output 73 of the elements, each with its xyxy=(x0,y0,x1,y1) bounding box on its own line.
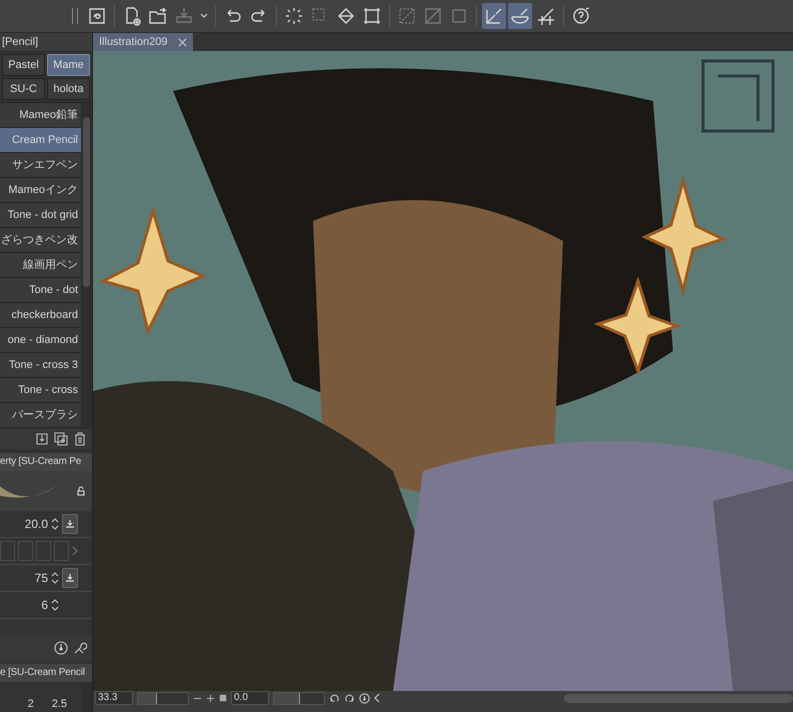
swatch[interactable] xyxy=(0,541,15,561)
brush-stroke-preview xyxy=(0,484,60,498)
number-field[interactable]: 20.0 xyxy=(24,517,48,531)
reset-rotation-icon[interactable] xyxy=(359,692,370,704)
number-field[interactable]: 6 xyxy=(41,598,48,612)
close-icon[interactable] xyxy=(178,38,186,46)
trash-icon[interactable] xyxy=(73,432,87,446)
spinner-icon[interactable] xyxy=(51,598,59,612)
slider-fill[interactable] xyxy=(138,692,156,704)
sub-tool-group[interactable]: Mame xyxy=(47,54,90,76)
swatch[interactable] xyxy=(36,541,51,561)
plus-icon[interactable] xyxy=(206,694,215,702)
fit-icon[interactable] xyxy=(219,694,227,702)
dial-icon[interactable] xyxy=(54,641,68,655)
brush-item[interactable]: Tone - dot grid xyxy=(0,203,81,228)
download-icon xyxy=(65,573,75,583)
scrollbar[interactable] xyxy=(564,694,793,702)
panel-title: e [SU-Cream Pencil xyxy=(0,664,92,682)
brush-item[interactable]: Tone - dot xyxy=(0,278,81,303)
scrollbar[interactable] xyxy=(81,103,92,429)
brush-size-item[interactable]: 2.5 xyxy=(48,698,71,712)
sub-tool-group[interactable]: SU-C xyxy=(2,78,45,100)
swatch[interactable] xyxy=(18,541,33,561)
document-title: Illustration209 xyxy=(99,36,168,48)
brush-size-item[interactable]: 2 xyxy=(24,698,38,712)
download-button[interactable] xyxy=(62,514,78,534)
import-icon[interactable] xyxy=(35,432,49,446)
spinner-icon[interactable] xyxy=(51,571,59,585)
brush-item[interactable]: ざらつきペン改 xyxy=(0,228,81,253)
download-button[interactable] xyxy=(62,568,78,588)
wrench-icon[interactable] xyxy=(73,641,87,655)
panel-tab[interactable]: [Pencil] xyxy=(0,33,92,52)
brush-item[interactable]: 線画用ペン xyxy=(0,253,81,278)
grip-handle[interactable] xyxy=(72,8,78,24)
curve-snap-button[interactable] xyxy=(508,3,532,29)
rotate-right-icon[interactable] xyxy=(344,692,355,704)
brush-item[interactable]: one - diamond xyxy=(0,328,81,353)
document-tab[interactable]: Illustration209 xyxy=(93,33,192,51)
scrollbar[interactable] xyxy=(81,682,92,712)
brush-item[interactable]: パースブラシ xyxy=(0,403,81,428)
caret-icon[interactable] xyxy=(200,13,208,19)
number-field[interactable]: 75 xyxy=(34,571,48,585)
rotate-left-icon[interactable] xyxy=(329,692,340,704)
spinner-icon[interactable] xyxy=(51,517,59,531)
brush-item[interactable]: Tone - cross xyxy=(0,378,81,403)
brush-item[interactable]: Mameo鉛筆 xyxy=(0,103,81,128)
transform-icon xyxy=(362,6,382,26)
select-all-icon xyxy=(284,6,304,26)
chevron-icon[interactable] xyxy=(374,693,380,703)
brush-item[interactable]: Cream Pencil xyxy=(0,128,81,153)
brush-item[interactable]: checkerboard xyxy=(0,303,81,328)
fill-icon xyxy=(336,6,356,26)
ruler-snap-button[interactable] xyxy=(482,3,506,29)
swatch[interactable] xyxy=(54,541,69,561)
curve-snap-icon xyxy=(510,6,530,26)
brush-item[interactable]: Mameoインク xyxy=(0,178,81,203)
lock-icon[interactable] xyxy=(76,486,86,496)
chevron-icon[interactable] xyxy=(72,546,78,556)
sub-tool-group[interactable]: holota xyxy=(47,78,90,100)
help-icon xyxy=(571,6,591,26)
grid-snap-icon xyxy=(536,6,556,26)
duplicate-icon[interactable] xyxy=(54,432,68,446)
sub-tool-group[interactable]: Pastel xyxy=(2,54,45,76)
brush-item[interactable]: Tone - cross 3 xyxy=(0,353,81,378)
slider-fill[interactable] xyxy=(274,692,300,704)
app-logo-icon xyxy=(87,6,107,26)
ruler-snap-icon xyxy=(484,6,504,26)
zoom-field[interactable]: 33.3 xyxy=(95,691,133,705)
rotation-field[interactable]: 0.0 xyxy=(231,691,269,705)
panel-title: erty [SU-Cream Pe xyxy=(0,453,92,471)
open-folder-icon xyxy=(148,6,168,26)
brush-item[interactable]: サンエフペン xyxy=(0,153,81,178)
download-icon xyxy=(65,519,75,529)
